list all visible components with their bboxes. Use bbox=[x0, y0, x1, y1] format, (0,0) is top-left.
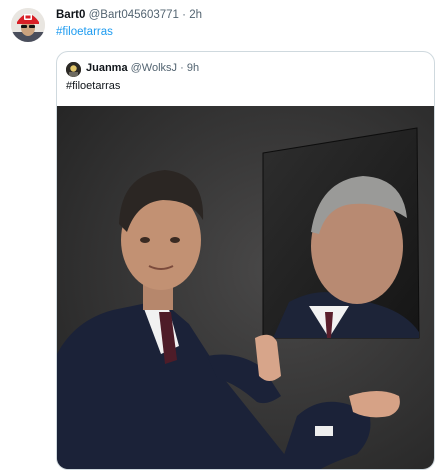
quoted-separator-dot: · bbox=[180, 62, 184, 74]
quoted-author-display-name[interactable]: Juanma bbox=[86, 62, 128, 74]
user-avatar[interactable] bbox=[11, 8, 45, 42]
tweet-header: Bart0 @Bart045603771 · 2h bbox=[56, 8, 202, 23]
author-handle[interactable]: @Bart045603771 bbox=[89, 9, 179, 21]
quoted-author-handle[interactable]: @WolksJ bbox=[131, 62, 177, 74]
tweet-photo[interactable] bbox=[57, 106, 434, 469]
tweet-card[interactable]: Bart0 @Bart045603771 · 2h #filoetarras J… bbox=[0, 0, 444, 472]
quoted-avatar-image bbox=[66, 62, 81, 77]
tweet-hashtag[interactable]: #filoetarras bbox=[56, 25, 113, 40]
quoted-tweet[interactable]: Juanma @WolksJ · 9h #filoetarras bbox=[56, 51, 435, 470]
quoted-tweet-header: Juanma @WolksJ · 9h bbox=[86, 61, 199, 76]
author-display-name[interactable]: Bart0 bbox=[56, 9, 85, 21]
quoted-tweet-hashtag[interactable]: #filoetarras bbox=[66, 79, 120, 94]
photo-image bbox=[57, 106, 434, 469]
avatar-image bbox=[11, 8, 45, 42]
tweet-timestamp[interactable]: 2h bbox=[189, 9, 202, 21]
quoted-user-avatar[interactable] bbox=[66, 62, 81, 77]
separator-dot: · bbox=[182, 9, 186, 21]
quoted-tweet-timestamp[interactable]: 9h bbox=[187, 62, 199, 74]
